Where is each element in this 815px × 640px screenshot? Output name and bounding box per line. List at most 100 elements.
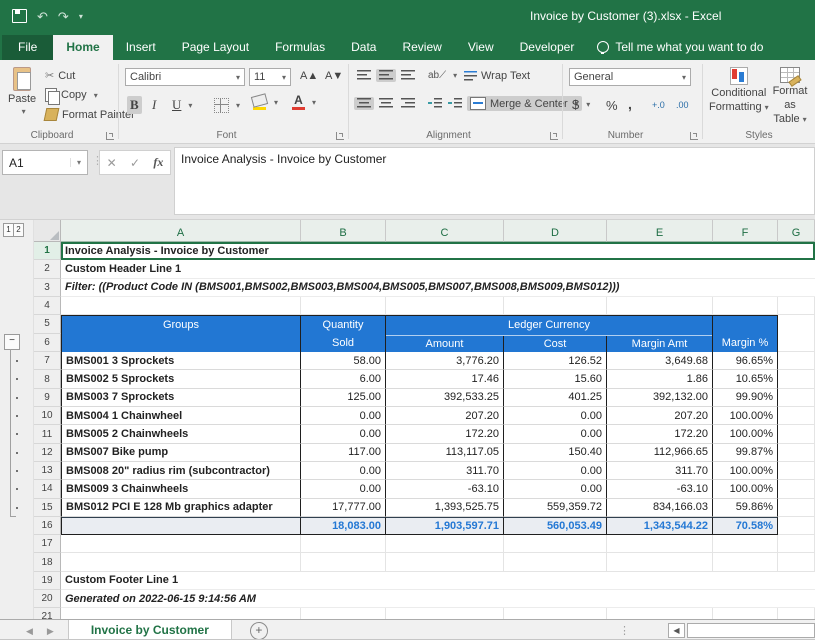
alignment-dialog-launcher-icon[interactable]: [550, 132, 558, 140]
column-header-G[interactable]: G: [778, 220, 815, 242]
cell-B14[interactable]: 0.00: [301, 480, 386, 498]
number-format-combo[interactable]: General ▾: [569, 68, 691, 86]
cell-D9[interactable]: 401.25: [504, 389, 607, 407]
new-sheet-icon[interactable]: +: [250, 622, 268, 640]
font-family-combo[interactable]: Calibri ▾: [125, 68, 245, 86]
column-header-E[interactable]: E: [607, 220, 713, 242]
cell-A19[interactable]: Custom Footer Line 1: [61, 572, 815, 590]
format-as-table-dropdown-icon[interactable]: ▾: [803, 115, 807, 124]
tell-me-box[interactable]: Tell me what you want to do: [587, 35, 773, 60]
row-header-4[interactable]: 4: [34, 297, 61, 315]
row-header-20[interactable]: 20: [34, 590, 61, 608]
italic-button[interactable]: I: [149, 96, 159, 114]
header-ledger-currency[interactable]: Ledger Currency Amount Cost Margin Amt: [386, 315, 713, 352]
cell-C12[interactable]: 113,117.05: [386, 444, 504, 462]
underline-dropdown-icon[interactable]: ▾: [188, 101, 192, 110]
header-cost-label[interactable]: Cost: [504, 336, 607, 353]
cell-A1[interactable]: Invoice Analysis - Invoice by Customer: [61, 242, 815, 260]
name-box-dropdown-icon[interactable]: ▾: [70, 158, 87, 167]
cell-A11[interactable]: BMS005 2 Chainwheels: [61, 425, 301, 443]
cell-F14[interactable]: 100.00%: [713, 480, 778, 498]
cell-B15[interactable]: 17,777.00: [301, 499, 386, 517]
outline-level-2-button[interactable]: 2: [13, 223, 24, 237]
cell-C8[interactable]: 17.46: [386, 370, 504, 388]
sheet-nav-right-icon[interactable]: ▶: [47, 626, 54, 637]
accounting-format-button[interactable]: $ ▾: [569, 96, 593, 113]
row-header-14[interactable]: 14: [34, 480, 61, 498]
row-header-17[interactable]: 17: [34, 535, 61, 553]
tab-page-layout[interactable]: Page Layout: [169, 35, 262, 60]
name-box[interactable]: A1 ▾: [2, 150, 88, 175]
bottom-align-button[interactable]: [398, 69, 418, 82]
borders-button[interactable]: ▾: [211, 97, 243, 114]
column-header-C[interactable]: C: [386, 220, 504, 242]
cell-B8[interactable]: 6.00: [301, 370, 386, 388]
header-groups[interactable]: Groups: [61, 315, 301, 352]
row-header-3[interactable]: 3: [34, 279, 61, 297]
cell-C11[interactable]: 172.20: [386, 425, 504, 443]
cell-B7[interactable]: 58.00: [301, 352, 386, 370]
tabbar-splitter-icon[interactable]: ⋮: [619, 624, 630, 637]
cell-A14[interactable]: BMS009 3 Chainwheels: [61, 480, 301, 498]
cell-E13[interactable]: 311.70: [607, 462, 713, 480]
tab-review[interactable]: Review: [389, 35, 454, 60]
row-header-5[interactable]: 5: [34, 315, 61, 334]
row-header-8[interactable]: 8: [34, 370, 61, 388]
row-header-12[interactable]: 12: [34, 444, 61, 462]
tab-view[interactable]: View: [455, 35, 507, 60]
number-dialog-launcher-icon[interactable]: [690, 132, 698, 140]
tab-file[interactable]: File: [2, 35, 53, 60]
cell-D12[interactable]: 150.40: [504, 444, 607, 462]
cell-C9[interactable]: 392,533.25: [386, 389, 504, 407]
orientation-button[interactable]: ab⟋ ▾: [425, 69, 460, 82]
align-left-button[interactable]: [354, 97, 374, 110]
cell-D7[interactable]: 126.52: [504, 352, 607, 370]
cell-C7[interactable]: 3,776.20: [386, 352, 504, 370]
clipboard-dialog-launcher-icon[interactable]: [106, 132, 114, 140]
increase-decimal-button[interactable]: +.0: [649, 99, 668, 111]
column-header-B[interactable]: B: [301, 220, 386, 242]
decrease-indent-button[interactable]: [425, 97, 445, 110]
font-family-dropdown-icon[interactable]: ▾: [236, 73, 240, 82]
cell-C14[interactable]: -63.10: [386, 480, 504, 498]
redo-icon[interactable]: ↷: [58, 10, 69, 23]
header-margin-pct[interactable]: Margin %: [713, 315, 778, 352]
cell-B11[interactable]: 0.00: [301, 425, 386, 443]
row-header-11[interactable]: 11: [34, 425, 61, 443]
align-center-button[interactable]: [376, 97, 396, 110]
header-margin-amt-label[interactable]: Margin Amt: [607, 336, 712, 353]
column-header-D[interactable]: D: [504, 220, 607, 242]
column-header-F[interactable]: F: [713, 220, 778, 242]
orientation-dropdown-icon[interactable]: ▾: [453, 71, 457, 80]
decrease-decimal-button[interactable]: .00: [673, 99, 692, 111]
row-header-10[interactable]: 10: [34, 407, 61, 425]
cell-C16[interactable]: 1,903,597.71: [386, 517, 504, 535]
insert-function-icon[interactable]: fx: [153, 155, 163, 170]
paste-button[interactable]: Paste ▾: [2, 63, 42, 120]
font-color-button[interactable]: A ▾: [289, 94, 319, 111]
borders-dropdown-icon[interactable]: ▾: [236, 101, 240, 110]
conditional-formatting-button[interactable]: Conditional Formatting▾: [703, 63, 775, 119]
middle-align-button[interactable]: [376, 69, 396, 82]
header-amount-label[interactable]: Amount: [386, 336, 504, 353]
cell-F11[interactable]: 100.00%: [713, 425, 778, 443]
cell-F15[interactable]: 59.86%: [713, 499, 778, 517]
paste-dropdown-icon[interactable]: ▾: [22, 107, 26, 116]
hscroll-thumb[interactable]: [687, 623, 815, 638]
tab-home[interactable]: Home: [53, 35, 112, 60]
row-header-2[interactable]: 2: [34, 260, 61, 278]
cell-A16[interactable]: [61, 517, 301, 535]
number-format-dropdown-icon[interactable]: ▾: [682, 73, 686, 82]
cell-D16[interactable]: 560,053.49: [504, 517, 607, 535]
cell-C15[interactable]: 1,393,525.75: [386, 499, 504, 517]
cell-F9[interactable]: 99.90%: [713, 389, 778, 407]
cell-E9[interactable]: 392,132.00: [607, 389, 713, 407]
cell-F10[interactable]: 100.00%: [713, 407, 778, 425]
copy-dropdown-icon[interactable]: ▾: [94, 91, 98, 100]
font-dialog-launcher-icon[interactable]: [336, 132, 344, 140]
cell-B10[interactable]: 0.00: [301, 407, 386, 425]
cell-A10[interactable]: BMS004 1 Chainwheel: [61, 407, 301, 425]
cell-A3[interactable]: Filter: ((Product Code IN (BMS001,BMS002…: [61, 279, 815, 297]
header-quantity-sold[interactable]: Quantity Sold: [301, 315, 386, 352]
cut-button[interactable]: ✂ Cut: [42, 68, 78, 83]
